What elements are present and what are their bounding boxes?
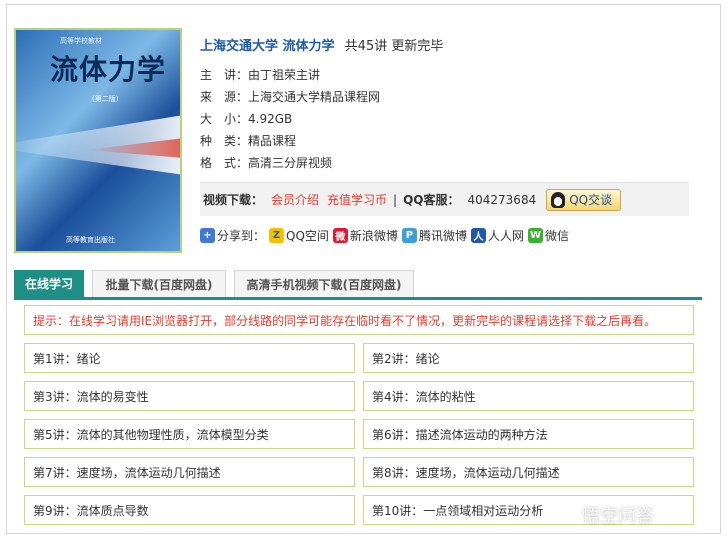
info-type: 种 类：精品课程 — [200, 134, 297, 148]
notice-banner: 提示：在线学习请用IE浏览器打开，部分线路的同学可能存在临时看不了情况，更新完毕… — [24, 305, 694, 335]
share-wechat[interactable]: W 微信 — [527, 227, 569, 244]
share-renren[interactable]: 人 人人网 — [470, 227, 524, 244]
info-lecturer: 主 讲：由丁祖荣主讲 — [200, 68, 321, 82]
lecture-item[interactable]: 第7讲：速度场，流体运动几何描述 — [24, 457, 355, 487]
lecture-item[interactable]: 第1讲：绪论 — [24, 343, 355, 373]
wechat-icon: W — [527, 228, 543, 243]
share-weibo[interactable]: 微 新浪微博 — [332, 227, 398, 244]
tencent-weibo-icon: P — [401, 228, 417, 243]
renren-icon: 人 — [470, 228, 486, 243]
share-label: 分享到： — [217, 229, 266, 243]
course-title: 上海交通大学 流体力学 共45讲 更新完毕 — [200, 35, 443, 54]
qq-penguin-icon — [551, 191, 566, 208]
download-label: 视频下载： — [203, 193, 264, 207]
separator: | — [393, 192, 398, 207]
tab-bar: 在线学习 批量下载(百度网盘) 高清手机视频下载(百度网盘) — [14, 270, 702, 300]
lecture-item[interactable]: 第3讲：流体的易变性 — [24, 381, 355, 411]
weibo-icon: 微 — [332, 228, 348, 243]
book-cover-image: 高等学校教材 流体力学 (第二版) 高等教育出版社 — [14, 28, 182, 253]
cover-series: 高等学校教材 — [60, 37, 102, 45]
qq-number: 404273684 — [467, 192, 537, 207]
share-tencent-weibo[interactable]: P 腾讯微博 — [401, 227, 467, 244]
lecture-item[interactable]: 第8讲：速度场，流体运动几何描述 — [363, 457, 694, 487]
cover-publisher: 高等教育出版社 — [66, 236, 115, 244]
info-source: 来 源：上海交通大学精品课程网 — [200, 90, 381, 104]
download-bar: 视频下载： 会员介绍 充值学习币 | QQ客服： 404273684 QQ交谈 — [200, 182, 689, 216]
recharge-link[interactable]: 充值学习币 — [327, 191, 387, 208]
qq-chat-button[interactable]: QQ交谈 — [546, 188, 622, 211]
tab-online-study[interactable]: 在线学习 — [14, 270, 84, 297]
plus-icon: + — [200, 228, 215, 243]
tab-hd-mobile-download[interactable]: 高清手机视频下载(百度网盘) — [234, 270, 414, 297]
cover-title: 流体力学 — [50, 53, 167, 86]
lecture-item[interactable]: 第5讲：流体的其他物理性质，流体模型分类 — [24, 419, 355, 449]
lecture-item[interactable]: 第9讲：流体质点导数 — [24, 495, 355, 525]
course-name: 上海交通大学 流体力学 — [200, 39, 335, 54]
watermark: 悟空问答 — [582, 506, 654, 527]
course-meta: 共45讲 更新完毕 — [344, 39, 444, 54]
tab-batch-download[interactable]: 批量下载(百度网盘) — [92, 270, 226, 297]
share-bar: + 分享到： Z QQ空间 微 新浪微博 P 腾讯微博 人 人人网 W 微信 — [200, 227, 573, 244]
info-format: 格 式：高清三分屏视频 — [200, 156, 333, 170]
member-link[interactable]: 会员介绍 — [271, 191, 319, 208]
info-size: 大 小：4.92GB — [200, 112, 293, 126]
qq-service-label: QQ客服： — [403, 193, 460, 207]
cover-edition: (第二版) — [92, 95, 119, 103]
share-qzone[interactable]: Z QQ空间 — [269, 227, 329, 244]
qzone-icon: Z — [269, 228, 285, 243]
lecture-item[interactable]: 第6讲：描述流体运动的两种方法 — [363, 419, 694, 449]
lecture-item[interactable]: 第4讲：流体的粘性 — [363, 381, 694, 411]
lecture-item[interactable]: 第2讲：绪论 — [363, 343, 694, 373]
